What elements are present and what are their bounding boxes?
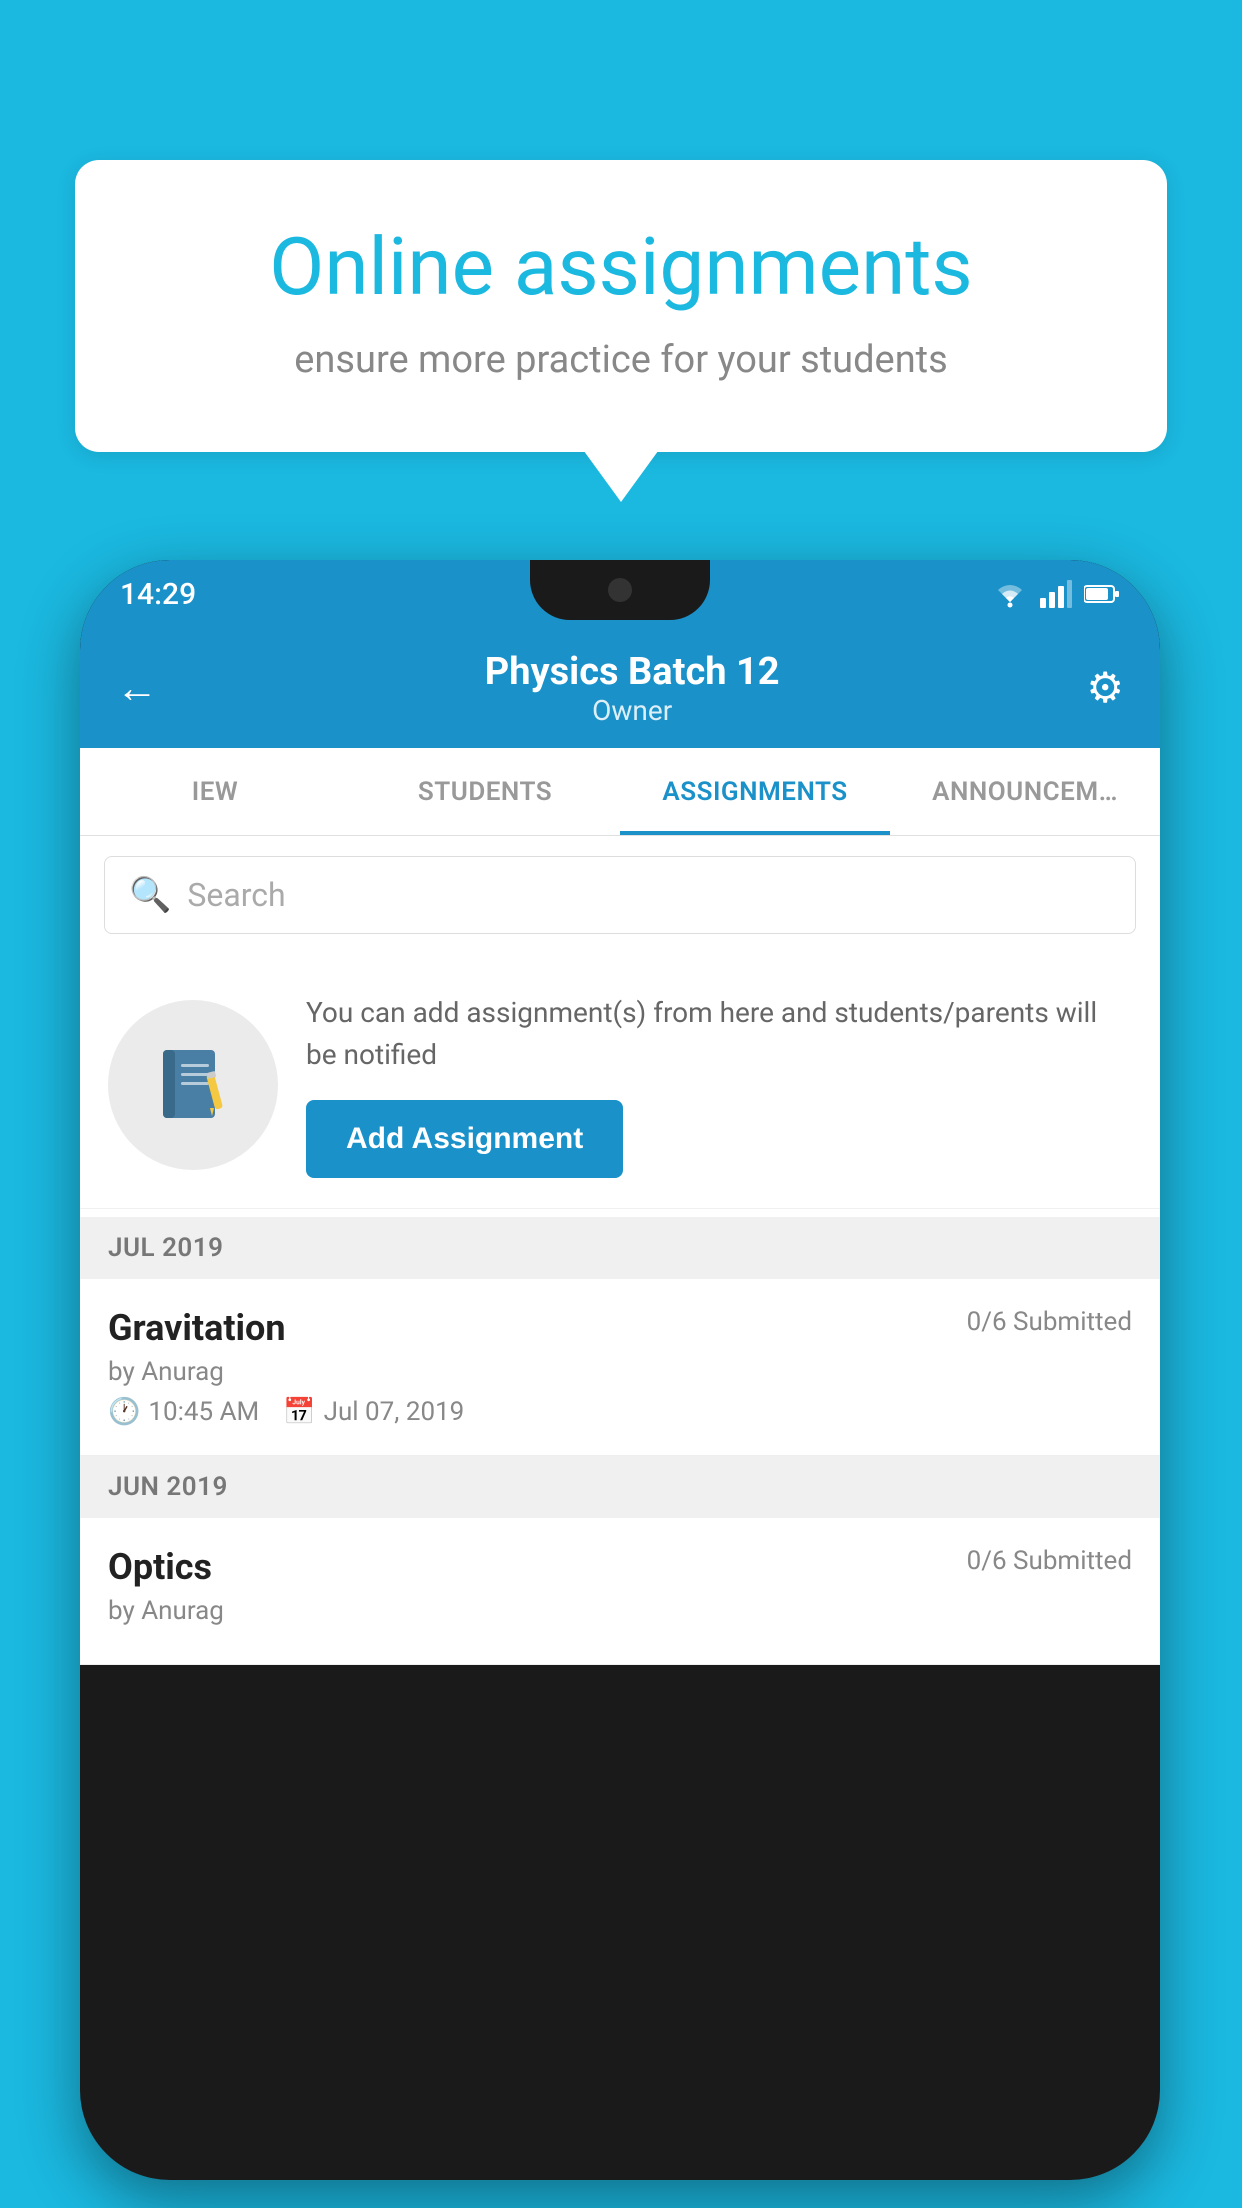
assignment-top-row-optics: Optics 0/6 Submitted — [108, 1546, 1132, 1588]
info-card: You can add assignment(s) from here and … — [80, 962, 1160, 1209]
signal-icon — [1040, 580, 1072, 608]
assignment-item-optics[interactable]: Optics 0/6 Submitted by Anurag — [80, 1518, 1160, 1665]
tabs-bar: IEW STUDENTS ASSIGNMENTS ANNOUNCEM… — [80, 748, 1160, 836]
speech-bubble-title: Online assignments — [155, 220, 1087, 314]
speech-bubble: Online assignments ensure more practice … — [75, 160, 1167, 452]
phone-frame: 14:29 — [80, 560, 1160, 2180]
batch-title: Physics Batch 12 — [178, 650, 1086, 694]
battery-icon — [1084, 584, 1120, 604]
tab-assignments[interactable]: ASSIGNMENTS — [620, 748, 890, 835]
submitted-count: 0/6 Submitted — [967, 1307, 1132, 1337]
month-header-jul: JUL 2019 — [80, 1217, 1160, 1279]
phone-screen: 🔍 Search — [80, 836, 1160, 1665]
assignment-item-gravitation[interactable]: Gravitation 0/6 Submitted by Anurag 🕐 10… — [80, 1279, 1160, 1456]
time-display: 14:29 — [120, 577, 196, 612]
assignment-time: 🕐 10:45 AM — [108, 1397, 259, 1427]
month-header-jun: JUN 2019 — [80, 1456, 1160, 1518]
status-bar: 14:29 — [80, 560, 1160, 628]
status-icons — [992, 580, 1120, 608]
assignment-title-optics: Optics — [108, 1546, 212, 1588]
info-card-description: You can add assignment(s) from here and … — [306, 992, 1132, 1076]
wifi-icon — [992, 580, 1028, 608]
speech-bubble-subtitle: ensure more practice for your students — [155, 338, 1087, 382]
add-assignment-button[interactable]: Add Assignment — [306, 1100, 623, 1178]
submitted-count-optics: 0/6 Submitted — [967, 1546, 1132, 1576]
speech-bubble-container: Online assignments ensure more practice … — [75, 160, 1167, 452]
assignment-top-row: Gravitation 0/6 Submitted — [108, 1307, 1132, 1349]
notch — [530, 560, 710, 620]
search-bar[interactable]: 🔍 Search — [104, 856, 1136, 934]
back-button[interactable]: ← — [116, 664, 158, 713]
assignment-meta: 🕐 10:45 AM 📅 Jul 07, 2019 — [108, 1397, 1132, 1427]
tab-students[interactable]: STUDENTS — [350, 748, 620, 835]
assignment-by-optics: by Anurag — [108, 1596, 1132, 1626]
info-card-right: You can add assignment(s) from here and … — [306, 992, 1132, 1178]
tab-announcements[interactable]: ANNOUNCEM… — [890, 748, 1160, 835]
calendar-icon: 📅 — [283, 1397, 315, 1427]
app-header: ← Physics Batch 12 Owner ⚙ — [80, 628, 1160, 748]
phone-inner: 14:29 — [80, 560, 1160, 2180]
notebook-icon — [148, 1040, 238, 1130]
assignment-by: by Anurag — [108, 1357, 1132, 1387]
clock-icon: 🕐 — [108, 1397, 140, 1427]
assignment-date: 📅 Jul 07, 2019 — [283, 1397, 464, 1427]
search-bar-container: 🔍 Search — [80, 836, 1160, 954]
settings-icon[interactable]: ⚙ — [1086, 663, 1124, 713]
notebook-icon-circle — [108, 1000, 278, 1170]
assignment-title: Gravitation — [108, 1307, 286, 1349]
owner-label: Owner — [178, 694, 1086, 727]
header-center: Physics Batch 12 Owner — [178, 650, 1086, 727]
camera — [608, 578, 632, 602]
search-placeholder: Search — [187, 876, 285, 914]
tab-iew[interactable]: IEW — [80, 748, 350, 835]
search-icon: 🔍 — [129, 875, 171, 915]
